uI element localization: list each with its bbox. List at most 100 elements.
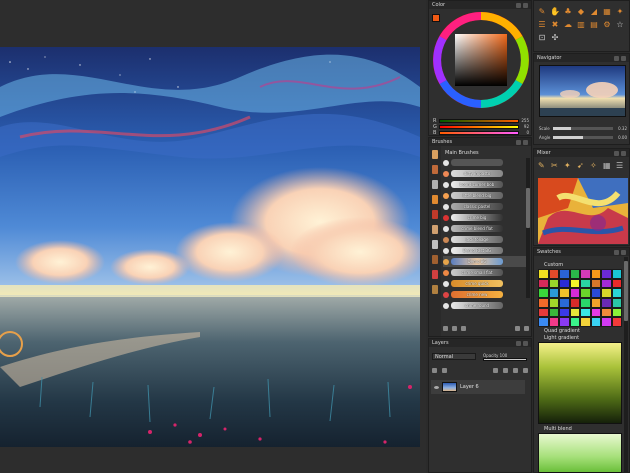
swatch-cell[interactable]	[601, 298, 612, 308]
eyedropper-tool-icon[interactable]: ✦	[615, 7, 625, 17]
swatch-cell[interactable]	[548, 317, 559, 327]
red-slider[interactable]	[439, 118, 519, 123]
swatch-cell[interactable]	[611, 269, 622, 279]
swatch-cell[interactable]	[569, 317, 580, 327]
panel-menu-icon[interactable]	[516, 340, 521, 346]
pen-category-icon[interactable]	[432, 180, 438, 189]
duplicate-brush-icon[interactable]	[452, 325, 457, 331]
panel-close-icon[interactable]	[523, 139, 528, 145]
swatch-cell[interactable]	[538, 269, 549, 279]
scale-row[interactable]: Scale 0.32	[539, 126, 627, 131]
swatch-cell[interactable]	[569, 288, 580, 298]
light-gradient-swatch[interactable]	[538, 342, 622, 424]
panel-menu-icon[interactable]	[614, 150, 619, 156]
gradient-tool-icon[interactable]: ▦	[602, 7, 612, 17]
swatch-cell[interactable]	[611, 307, 622, 318]
red-value[interactable]: 255	[521, 118, 529, 123]
brush-item[interactable]: board corner bob	[443, 179, 529, 190]
group-icon[interactable]	[503, 367, 508, 373]
swatch-cell[interactable]	[538, 288, 549, 298]
swatch-cell[interactable]	[538, 298, 549, 308]
swatch-cell[interactable]	[548, 288, 559, 298]
panel-menu-icon[interactable]	[614, 55, 619, 61]
stamp-tool-icon[interactable]: ♣	[563, 7, 573, 17]
airbrush-category-icon[interactable]	[432, 225, 438, 234]
swatch-cell[interactable]	[590, 307, 601, 318]
multi-blend-group[interactable]: Multi blend	[544, 426, 572, 432]
panel-menu-icon[interactable]	[614, 249, 619, 255]
list-view-icon[interactable]	[524, 325, 529, 331]
brush-item-selected[interactable]: Demo BG	[443, 256, 529, 267]
scale-slider[interactable]	[553, 127, 613, 130]
swatch-cell[interactable]	[580, 307, 591, 318]
panel-close-icon[interactable]	[523, 2, 528, 8]
swatch-cell[interactable]	[601, 288, 612, 298]
custom-swatch-grid[interactable]	[538, 269, 622, 327]
swatch-cell[interactable]	[590, 288, 601, 298]
panel-menu-icon[interactable]	[516, 139, 521, 145]
swatch-cell[interactable]	[559, 298, 570, 308]
swatch-cell[interactable]	[538, 307, 549, 318]
new-layer-icon[interactable]	[513, 367, 518, 373]
layer-row[interactable]: Layer 6	[431, 380, 525, 394]
swatch-cell[interactable]	[559, 269, 570, 279]
angle-slider[interactable]	[553, 136, 613, 139]
mixer-smear-icon[interactable]: ➹	[577, 162, 587, 172]
swatch-cell[interactable]	[601, 307, 612, 318]
custom-swatch-group[interactable]: Custom	[544, 262, 563, 268]
brush-tool-icon[interactable]: ✎	[537, 7, 547, 17]
green-channel-row[interactable]: G 92	[433, 124, 529, 130]
swatch-cell[interactable]	[559, 317, 570, 327]
mixer-clear-icon[interactable]: ▦	[603, 162, 613, 172]
light-gradient-group[interactable]: Light gradient	[544, 335, 579, 341]
brush-item[interactable]: crime blend flat	[443, 223, 529, 234]
pencil-category-icon[interactable]	[432, 150, 438, 159]
mixer-brush-icon[interactable]: ✎	[538, 162, 548, 172]
layers-tool-icon[interactable]: ☁	[563, 20, 573, 30]
fill-tool-icon[interactable]: ◆	[576, 7, 586, 17]
brush-item[interactable]: jack foliage	[443, 234, 529, 245]
grid-tool-icon[interactable]: ▥	[576, 20, 586, 30]
navigator-preview[interactable]	[539, 65, 626, 117]
brushes-scroll-thumb[interactable]	[526, 188, 530, 228]
swatch-cell[interactable]	[538, 278, 549, 289]
multi-blend-swatch[interactable]	[538, 433, 622, 473]
swatch-cell[interactable]	[569, 278, 580, 289]
mixer-panel-header[interactable]: Mixer	[534, 149, 629, 157]
blend-mode-select[interactable]: Normal	[432, 353, 476, 360]
swatch-cell[interactable]	[601, 269, 612, 279]
swatch-cell[interactable]	[580, 298, 591, 308]
star-tool-icon[interactable]: ☆	[615, 20, 625, 30]
delete-layer-icon[interactable]	[523, 367, 528, 373]
swatch-cell[interactable]	[590, 278, 601, 289]
angle-value[interactable]: 0.00	[615, 135, 627, 140]
symmetry-tool-icon[interactable]: ✣	[550, 33, 560, 43]
swatch-cell[interactable]	[569, 298, 580, 308]
swatch-cell[interactable]	[538, 317, 549, 327]
mixer-canvas[interactable]	[538, 178, 628, 244]
brush-item[interactable]: crime quick	[443, 278, 529, 289]
text-tool-icon[interactable]: ✖	[550, 20, 560, 30]
eraser-category-icon[interactable]	[432, 285, 438, 294]
swatch-cell[interactable]	[590, 298, 601, 308]
swatch-cell[interactable]	[611, 298, 622, 308]
layers-panel-header[interactable]: Layers	[429, 339, 531, 347]
delete-brush-icon[interactable]	[461, 325, 466, 331]
blue-value[interactable]: 0	[521, 130, 529, 135]
blue-channel-row[interactable]: B 0	[433, 130, 529, 136]
swatch-cell[interactable]	[611, 317, 622, 327]
quad-gradient-group[interactable]: Quad gradient	[544, 328, 580, 334]
swatch-cell[interactable]	[548, 307, 559, 318]
smudge-tool-icon[interactable]: ☰	[537, 20, 547, 30]
visibility-eye-icon[interactable]	[434, 385, 439, 389]
swatches-panel-header[interactable]: Swatches	[534, 248, 629, 256]
lock-icon[interactable]	[432, 367, 437, 373]
swatch-cell[interactable]	[559, 288, 570, 298]
brush-item[interactable]: crime big	[443, 212, 529, 223]
crayon-category-icon[interactable]	[432, 270, 438, 279]
swatch-cell[interactable]	[580, 317, 591, 327]
mixer-blend-icon[interactable]: ✦	[564, 162, 574, 172]
brush-item[interactable]: classic pastel	[443, 201, 529, 212]
panel-close-icon[interactable]	[621, 249, 626, 255]
charcoal-category-icon[interactable]	[432, 255, 438, 264]
